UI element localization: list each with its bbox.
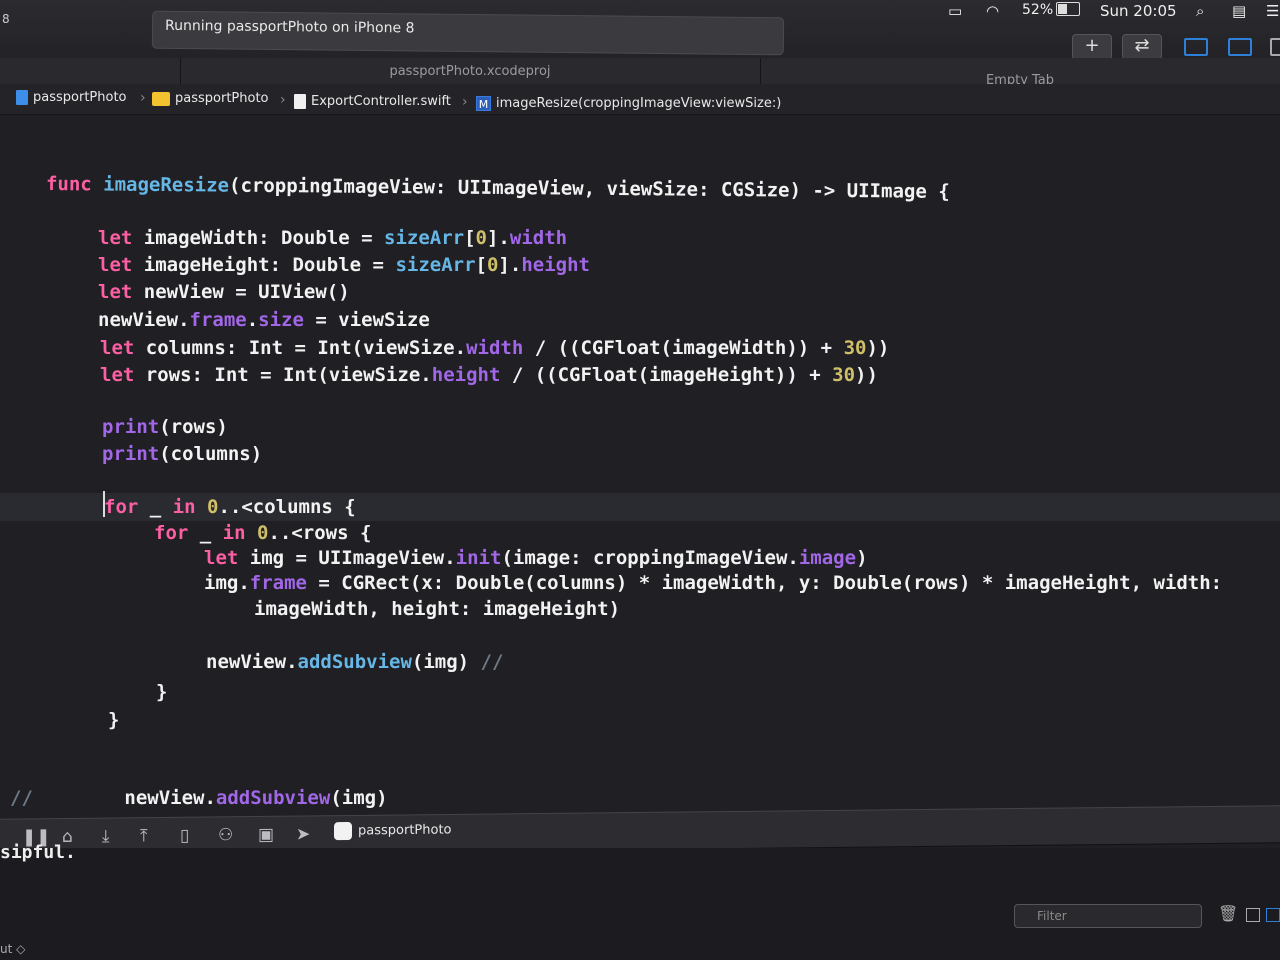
code-line[interactable]: newView.frame.size = viewSize [98, 307, 430, 333]
code-line[interactable]: img.frame = CGRect(x: Double(columns) * … [204, 570, 1222, 596]
breadcrumb-label: imageResize(croppingImageView:viewSize:) [496, 96, 782, 111]
step-out-icon[interactable]: ⤒ [140, 826, 148, 846]
code-line[interactable]: print(rows) [102, 414, 228, 440]
memory-graph-icon[interactable]: ⚇ [218, 825, 233, 845]
airplay-icon[interactable]: ▭ [948, 2, 962, 20]
breadcrumb-label: ExportController.swift [311, 94, 451, 109]
add-library-button[interactable]: + [1072, 34, 1112, 60]
breadcrumb-group[interactable]: passportPhoto [152, 91, 269, 111]
code-line[interactable]: func imageResize(croppingImageView: UIIm… [46, 171, 950, 205]
chevron-right-icon: › [462, 94, 468, 110]
code-line[interactable]: let imageWidth: Double = sizeArr[0].widt… [98, 225, 567, 251]
activity-viewer: Running passportPhoto on iPhone 8 [151, 10, 785, 56]
console-output: sipful. [0, 842, 76, 863]
split-right-icon[interactable] [1266, 908, 1280, 922]
tab-empty[interactable]: Empty Tab [760, 58, 1280, 88]
wifi-icon[interactable]: ◠ [986, 2, 999, 20]
activity-status: Running passportPhoto on iPhone 8 [164, 17, 415, 37]
code-line[interactable]: let img = UIImageView.init(image: croppi… [204, 545, 868, 571]
version-editor-button[interactable]: ⇄ [1122, 34, 1162, 60]
debug-target-label: passportPhoto [358, 822, 452, 839]
jump-bar: passportPhoto › passportPhoto › ExportCo… [0, 84, 1280, 115]
inspector-toggle-icon[interactable] [1270, 38, 1280, 56]
split-left-icon[interactable] [1246, 908, 1260, 922]
tab-project[interactable]: passportPhoto.xcodeproj [180, 58, 760, 84]
navigator-toggle-icon[interactable] [1184, 38, 1208, 56]
code-line[interactable]: // newView.addSubview(img) [10, 785, 388, 811]
code-line[interactable]: let newView = UIView() [98, 279, 350, 305]
debug-area-toggle-icon[interactable] [1228, 38, 1252, 56]
chevron-right-icon: › [140, 90, 146, 106]
app-icon [334, 822, 352, 841]
run-indicator: 8 [2, 12, 10, 26]
swift-file-icon [294, 94, 306, 109]
code-line[interactable]: imageWidth, height: imageHeight) [254, 596, 620, 622]
menu-bar-extras: ▭ ◠ 52% Sun 20:05 ⌕ ▤ ☰ [940, 0, 1280, 24]
filter-field[interactable]: Filter [1014, 904, 1202, 928]
code-line[interactable]: let imageHeight: Double = sizeArr[0].hei… [98, 252, 590, 278]
method-icon: M [476, 96, 491, 111]
code-line[interactable]: } [108, 707, 119, 733]
notification-center-icon[interactable]: ☰ [1266, 2, 1279, 20]
text-cursor [103, 491, 105, 517]
breadcrumb-file[interactable]: ExportController.swift [294, 94, 451, 114]
console-area: sipful. ut ◇ Filter 🗑 [0, 842, 1280, 960]
debug-target[interactable]: passportPhoto [334, 821, 452, 841]
folder-icon [152, 91, 170, 106]
breadcrumb-label: passportPhoto [175, 91, 269, 106]
battery-icon[interactable] [1056, 2, 1080, 16]
window-toolbar: 8 Running passportPhoto on iPhone 8 ▭ ◠ … [0, 0, 1280, 60]
tab-bar: passportPhoto.xcodeproj Empty Tab [0, 58, 1280, 88]
code-line[interactable]: } [156, 679, 167, 705]
source-editor[interactable]: func imageResize(croppingImageView: UIIm… [0, 115, 1280, 809]
spotlight-search-icon[interactable]: ⌕ [1196, 2, 1204, 20]
code-line[interactable]: print(columns) [102, 441, 262, 467]
breadcrumb-method[interactable]: MimageResize(croppingImageView:viewSize:… [476, 96, 781, 116]
breadcrumb-project[interactable]: passportPhoto [16, 90, 127, 110]
menu-clock[interactable]: Sun 20:05 [1100, 2, 1177, 20]
chevron-right-icon: › [280, 92, 286, 108]
variables-scope-popup[interactable]: ut ◇ [0, 942, 25, 956]
step-into-icon[interactable]: ⤓ [102, 827, 110, 847]
code-line[interactable]: for _ in 0..<rows { [154, 520, 371, 546]
environment-overrides-icon[interactable]: ▣ [258, 825, 274, 845]
input-menu-icon[interactable]: ▤ [1232, 2, 1246, 20]
view-debugger-icon[interactable]: ▯ [180, 826, 189, 846]
trash-icon[interactable]: 🗑 [1218, 904, 1238, 923]
project-file-icon [16, 90, 28, 105]
code-line[interactable]: let rows: Int = Int(viewSize.height / ((… [100, 362, 878, 388]
code-line[interactable]: let columns: Int = Int(viewSize.width / … [100, 335, 889, 361]
simulate-location-icon[interactable]: ➤ [296, 824, 310, 844]
code-line[interactable]: newView.addSubview(img) // [206, 649, 503, 675]
breadcrumb-label: passportPhoto [33, 90, 127, 105]
battery-percent: 52% [1022, 2, 1054, 18]
code-line[interactable]: for _ in 0..<columns { [104, 494, 356, 520]
